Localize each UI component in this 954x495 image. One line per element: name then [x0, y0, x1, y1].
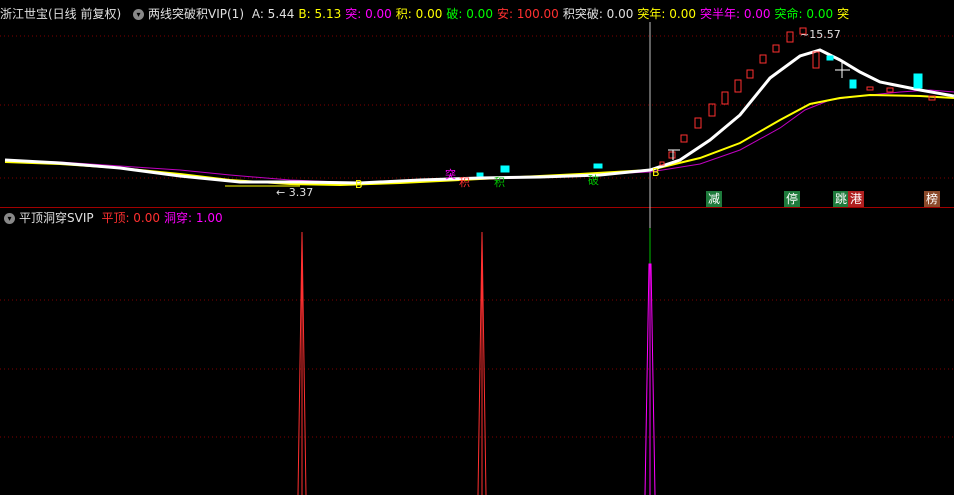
candle: [759, 54, 767, 64]
low-price-label: ← 3.37: [276, 186, 313, 199]
candle: [734, 79, 742, 93]
chart-marker-label: B: [355, 178, 363, 191]
signal-tag: 榜: [924, 191, 941, 207]
candle: [668, 151, 676, 159]
chart-marker-label: 积: [494, 176, 505, 189]
candle: [593, 163, 603, 169]
ma-line-a: [4, 48, 954, 185]
candle: [476, 172, 484, 177]
chart-marker-label: 积: [459, 176, 470, 189]
signal-tag: 跳: [833, 191, 850, 207]
chart-marker-label: B: [652, 166, 660, 179]
candle: [849, 79, 857, 89]
candle: [826, 55, 834, 61]
chart-marker-label: 突: [445, 167, 456, 181]
candle: [772, 44, 780, 53]
candle: [708, 103, 716, 117]
candle: [812, 51, 820, 69]
high-price-label: ~15.57: [800, 28, 841, 41]
candle: [694, 117, 702, 129]
candle: [680, 134, 688, 143]
chart-marker-label: 破: [588, 173, 599, 187]
candle: [500, 165, 510, 173]
candle: [866, 86, 874, 91]
kline-chart[interactable]: ~15.57← 3.37B突积积破B: [0, 0, 954, 495]
candle: [913, 73, 923, 89]
candle: [721, 91, 729, 105]
signal-tag: 减: [706, 191, 723, 207]
candle: [659, 161, 665, 166]
signal-tag: 港: [848, 191, 865, 207]
candle: [886, 87, 894, 93]
signal-tag: 停: [784, 191, 801, 207]
candle: [786, 31, 794, 43]
candle: [746, 69, 754, 79]
